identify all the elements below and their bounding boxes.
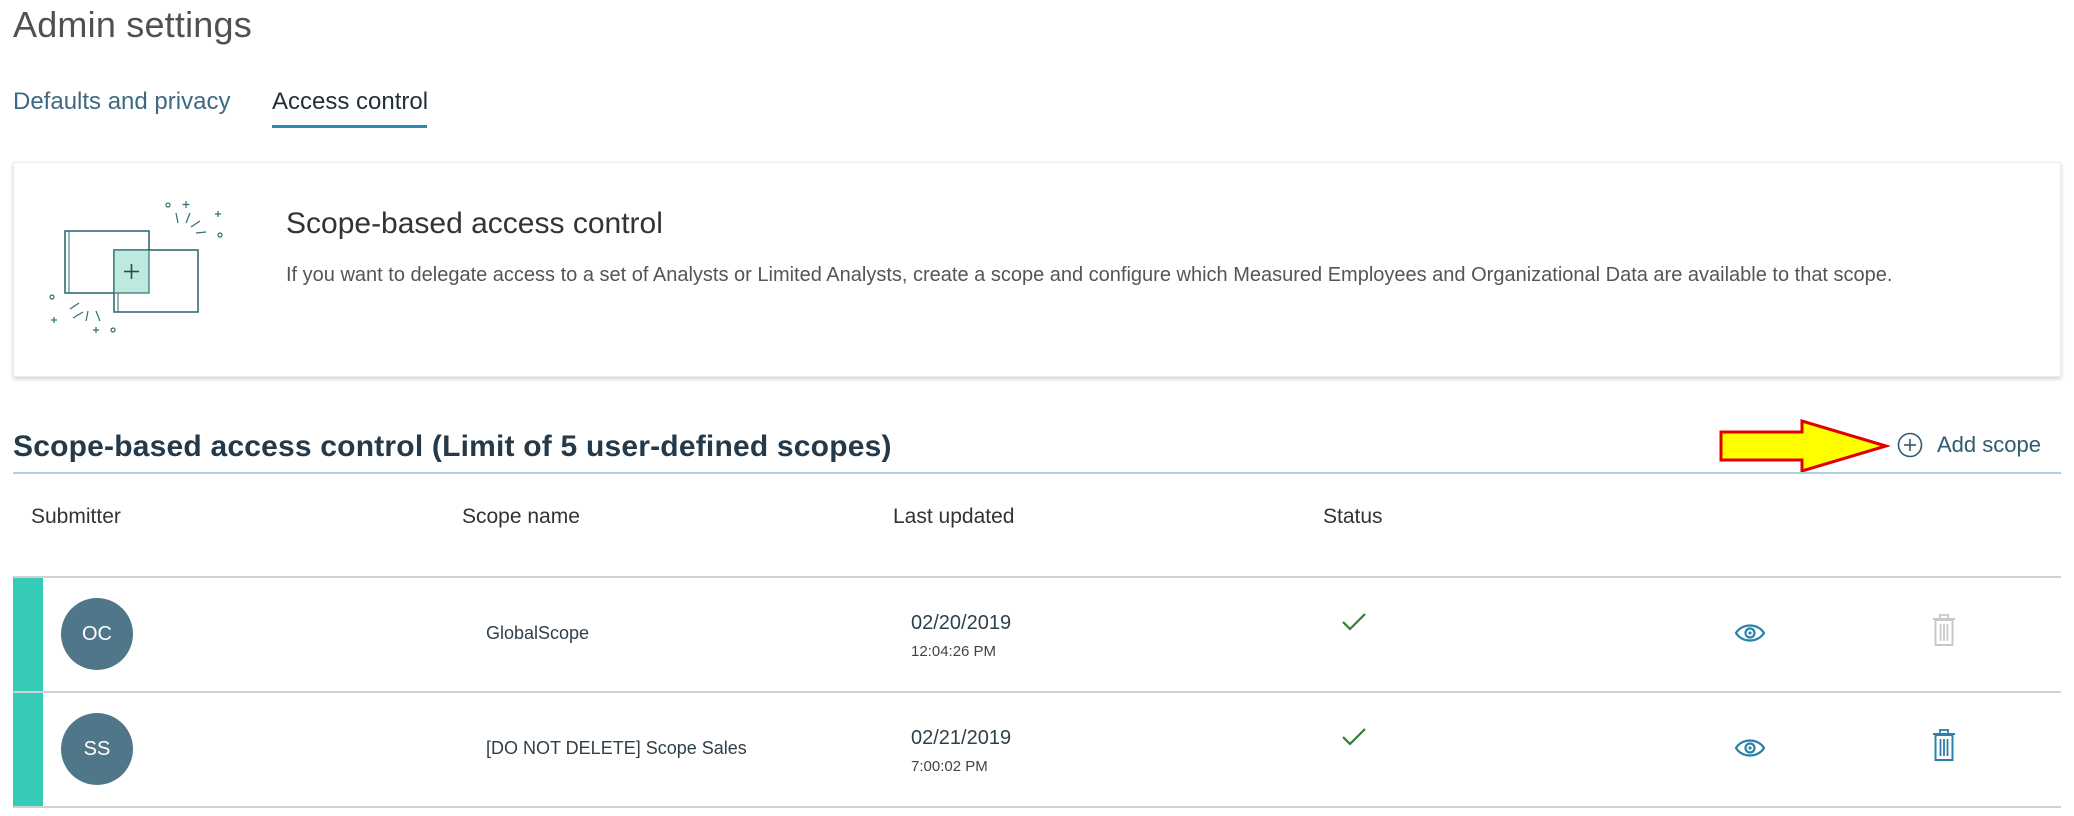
card-description: If you want to delegate access to a set … xyxy=(286,264,1893,286)
avatar: SS xyxy=(61,713,133,785)
scope-illustration-icon xyxy=(49,201,223,333)
checkmark-icon xyxy=(1342,613,1366,631)
table-row[interactable]: OC GlobalScope 02/20/2019 12:04:26 PM xyxy=(13,578,2061,691)
card-title: Scope-based access control xyxy=(286,207,663,240)
tab-defaults-and-privacy[interactable]: Defaults and privacy xyxy=(13,88,230,116)
delete-trash-icon[interactable] xyxy=(1931,728,1957,762)
row-accent-bar xyxy=(13,693,43,806)
scope-name: GlobalScope xyxy=(486,623,590,643)
last-updated-date: 02/21/2019 xyxy=(911,727,1012,749)
scope-name: [DO NOT DELETE] Scope Sales xyxy=(486,738,747,758)
column-header-last-updated: Last updated xyxy=(893,505,1015,528)
column-header-submitter: Submitter xyxy=(31,505,121,528)
delete-trash-icon[interactable] xyxy=(1931,613,1957,647)
page-title: Admin settings xyxy=(13,4,252,45)
column-header-status: Status xyxy=(1323,505,1383,528)
column-header-scope-name: Scope name xyxy=(462,505,580,528)
add-scope-button[interactable]: Add scope xyxy=(1897,429,2041,461)
last-updated-date: 02/20/2019 xyxy=(911,612,1012,634)
last-updated-time: 12:04:26 PM xyxy=(911,643,997,660)
info-card: Scope-based access control If you want t… xyxy=(13,162,2061,377)
view-eye-icon[interactable] xyxy=(1734,620,1766,646)
row-accent-bar xyxy=(13,578,43,691)
active-tab-indicator xyxy=(272,125,427,128)
row-divider xyxy=(13,806,2061,808)
add-circle-icon xyxy=(1897,432,1923,458)
tab-access-control[interactable]: Access control xyxy=(272,88,428,116)
table-row[interactable]: SS [DO NOT DELETE] Scope Sales 02/21/201… xyxy=(13,693,2061,806)
last-updated-time: 7:00:02 PM xyxy=(911,758,988,775)
annotation-arrow-icon xyxy=(1719,418,1890,474)
view-eye-icon[interactable] xyxy=(1734,735,1766,761)
add-scope-label: Add scope xyxy=(1937,432,2041,457)
checkmark-icon xyxy=(1342,728,1366,746)
section-title: Scope-based access control (Limit of 5 u… xyxy=(13,430,892,463)
avatar: OC xyxy=(61,598,133,670)
section-divider xyxy=(13,472,2061,474)
